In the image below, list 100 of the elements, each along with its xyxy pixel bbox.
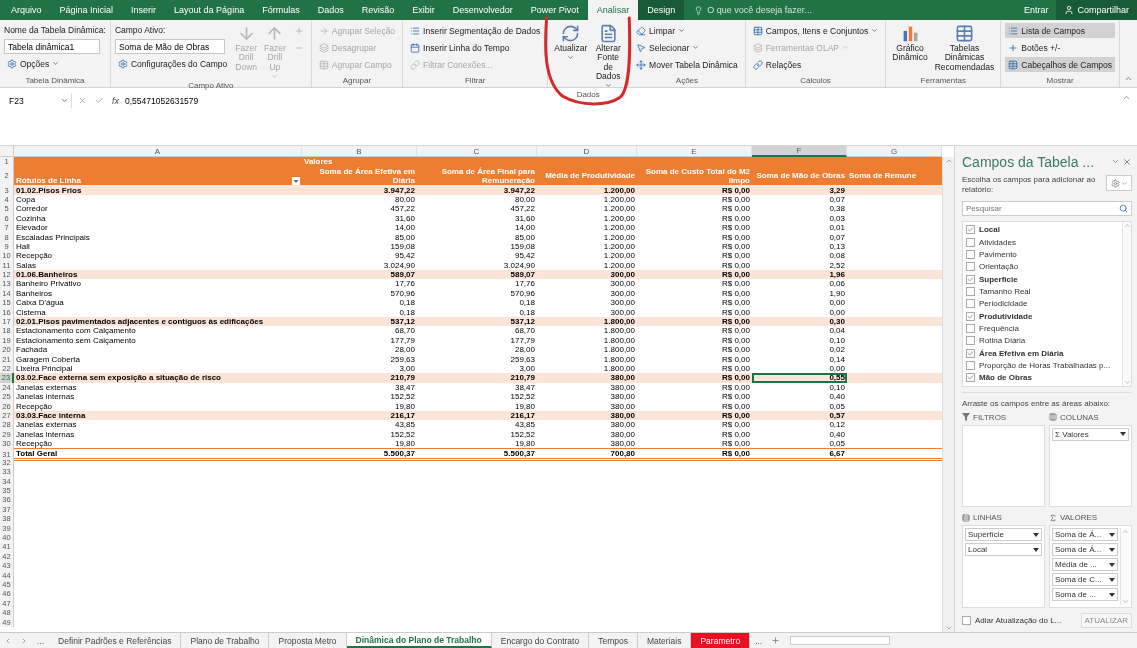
field-item[interactable]: Local xyxy=(979,225,1000,235)
checkbox[interactable] xyxy=(966,336,975,346)
input-field[interactable]: Tabela dinâmica1 xyxy=(4,39,100,54)
ribbon-tab[interactable]: Revisão xyxy=(352,0,404,20)
field-item[interactable]: Área Efetiva em Diária xyxy=(979,348,1064,358)
column-header[interactable]: E xyxy=(637,146,752,157)
ribbon-button[interactable]: Atualizar xyxy=(552,23,590,63)
checkbox[interactable] xyxy=(966,373,975,383)
ribbon-button[interactable]: Gráfico Dinâmico xyxy=(890,23,930,64)
close-icon[interactable] xyxy=(1122,157,1132,167)
defer-update-label[interactable]: Adiar Atualização do L... xyxy=(975,616,1062,625)
ribbon-tab[interactable]: Design xyxy=(638,0,685,20)
check-icon[interactable] xyxy=(95,96,104,105)
ribbon-button[interactable]: Limpar xyxy=(633,23,741,38)
field-item[interactable]: Orientação xyxy=(979,262,1019,272)
field-item[interactable]: Periodicidade xyxy=(979,299,1028,309)
input-field[interactable]: Soma de Mão de Obras xyxy=(114,39,225,54)
column-header[interactable]: F xyxy=(752,146,847,157)
drop-area[interactable] xyxy=(962,424,1045,508)
cancel-icon[interactable] xyxy=(78,96,87,105)
column-header[interactable]: G xyxy=(847,146,942,157)
field-item[interactable]: Produtividade xyxy=(979,311,1033,321)
ribbon-button[interactable]: Relações xyxy=(749,57,882,72)
ribbon-tab[interactable]: Inserir xyxy=(122,0,166,20)
checkbox[interactable] xyxy=(966,299,975,309)
field-item[interactable]: Rotina Diária xyxy=(979,336,1026,346)
collapse-ribbon-icon[interactable] xyxy=(1124,74,1133,83)
settings-button[interactable] xyxy=(1106,175,1132,191)
checkbox[interactable] xyxy=(962,616,971,625)
insert-function-button[interactable]: fx xyxy=(112,95,119,106)
sheet-tab[interactable]: Plano de Trabalho xyxy=(181,633,270,648)
field-item[interactable]: Proporção de Horas Trabalhadas p... xyxy=(979,361,1111,370)
field-item[interactable]: Tamanho Real xyxy=(979,286,1031,296)
ribbon-tab[interactable]: Fórmulas xyxy=(253,0,309,20)
vertical-scrollbar[interactable] xyxy=(942,157,954,632)
checkbox[interactable] xyxy=(966,361,975,370)
ribbon-tab[interactable]: Layout da Página xyxy=(165,0,254,20)
column-header[interactable]: A xyxy=(14,146,302,157)
sheet-tab[interactable]: Proposta Metro xyxy=(269,633,347,648)
field-item[interactable]: Mão de Obras xyxy=(979,373,1032,383)
scroll-down-icon[interactable] xyxy=(1121,598,1129,605)
checkbox[interactable] xyxy=(966,311,975,321)
ribbon-tab[interactable]: Dados xyxy=(308,0,353,20)
ribbon-button[interactable]: Tabelas Dinâmicas Recomendadas xyxy=(932,23,997,74)
select-all-corner[interactable] xyxy=(0,146,14,157)
ribbon-button[interactable]: Configurações do Campo xyxy=(114,56,231,71)
checkbox[interactable] xyxy=(966,249,975,259)
more-sheets-button[interactable]: ... xyxy=(750,633,768,648)
ribbon-tab[interactable]: Analisar xyxy=(587,0,639,20)
ribbon-button[interactable]: Inserir Segmentação de Dados xyxy=(407,23,544,38)
field-item[interactable]: Pavimento xyxy=(979,249,1017,259)
ribbon-tab[interactable]: Página Inicial xyxy=(50,0,123,20)
sheet-tab[interactable]: Definir Padrões e Referências xyxy=(49,633,182,648)
ribbon-tab[interactable]: Power Pivot xyxy=(521,0,588,20)
column-header[interactable]: C xyxy=(417,146,537,157)
sheet-tab[interactable]: Encargo do Contrato xyxy=(491,633,590,648)
ribbon-button[interactable]: Inserir Linha do Tempo xyxy=(407,40,544,55)
ribbon-button[interactable]: Lista de Campos xyxy=(1005,23,1115,38)
checkbox[interactable] xyxy=(966,237,975,247)
field-item[interactable]: Superfície xyxy=(979,274,1018,284)
ribbon-button[interactable]: Alterar Fonte de Dados xyxy=(592,23,625,91)
ribbon-tab[interactable]: Desenvolvedor xyxy=(443,0,522,20)
ribbon-button[interactable]: Campos, Itens e Conjuntos xyxy=(749,23,882,38)
scroll-down-icon[interactable] xyxy=(944,624,953,632)
scroll-up-icon[interactable] xyxy=(944,157,953,165)
ribbon-button[interactable]: Cabeçalhos de Campos xyxy=(1005,57,1115,72)
filter-dropdown-icon[interactable] xyxy=(292,177,300,186)
ribbon-button[interactable]: Selecionar xyxy=(633,40,741,55)
checkbox[interactable] xyxy=(966,323,975,333)
share-button[interactable]: Compartilhar xyxy=(1056,0,1137,20)
checkbox[interactable] xyxy=(966,348,975,358)
ribbon-tab[interactable]: Exibir xyxy=(403,0,444,20)
collapse-formula-icon[interactable] xyxy=(1122,93,1131,102)
search-field[interactable]: Pesquisar xyxy=(962,200,1132,216)
checkbox[interactable] xyxy=(966,262,975,272)
checkbox[interactable] xyxy=(966,274,975,284)
list-scrollbar[interactable] xyxy=(1122,221,1131,386)
scroll-up-icon[interactable] xyxy=(1121,528,1129,536)
ribbon-button[interactable]: Mover Tabela Dinâmica xyxy=(633,57,741,72)
scroll-up-icon[interactable] xyxy=(1123,221,1131,229)
more-sheets-button[interactable]: ... xyxy=(32,633,50,648)
horizontal-scrollbar[interactable] xyxy=(790,636,891,645)
field-item[interactable]: Atividades xyxy=(979,237,1016,247)
sheet-tab[interactable]: Parametro xyxy=(691,633,751,648)
field-item[interactable]: Frequência xyxy=(979,323,1020,333)
ribbon-button[interactable]: Opções xyxy=(4,56,106,71)
checkbox[interactable] xyxy=(966,286,975,296)
sheet-tab[interactable]: Tempos xyxy=(589,633,638,648)
column-header[interactable]: B xyxy=(302,146,417,157)
checkbox[interactable] xyxy=(966,225,975,235)
scroll-down-icon[interactable] xyxy=(1123,378,1131,386)
tell-me-field[interactable]: O que você deseja fazer... xyxy=(707,5,812,15)
sheet-tab[interactable]: Dinâmica do Plano de Trabalho xyxy=(346,633,492,648)
ribbon-button[interactable]: Botões +/- xyxy=(1005,40,1115,55)
column-header[interactable]: D xyxy=(537,146,637,157)
name-box[interactable]: F23 xyxy=(6,93,72,108)
sign-in-link[interactable]: Entrar xyxy=(1023,5,1049,15)
ribbon-tab[interactable]: Arquivo xyxy=(2,0,51,20)
caret-icon[interactable] xyxy=(1111,157,1120,166)
area-scrollbar[interactable] xyxy=(1120,528,1129,605)
